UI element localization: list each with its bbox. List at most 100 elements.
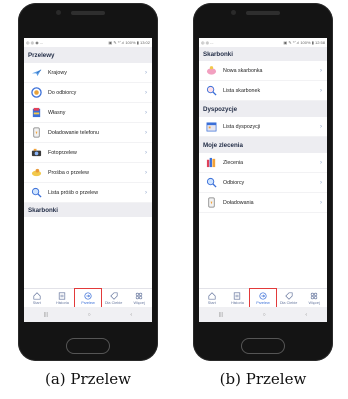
nav-dla-ciebie[interactable]: Dla Ciebie (276, 289, 302, 307)
coins-icon (30, 107, 42, 119)
section-skarbonki: Skarbonki (199, 47, 327, 61)
item-label: Prośba o przelew (48, 169, 89, 176)
chevron-right-icon: › (145, 169, 147, 176)
recent-apps-button[interactable]: ||| (44, 312, 48, 318)
speaker (71, 11, 105, 15)
piggy-icon (205, 65, 217, 77)
camera-icon (30, 147, 42, 159)
back-button[interactable]: ‹ (130, 312, 132, 318)
chevron-right-icon: › (320, 87, 322, 94)
bottom-nav: Start Historia Przelew Dla Ciebie Więcej (199, 288, 327, 308)
section-moje-zlecenia: Moje zlecenia (199, 137, 327, 153)
section-przelewy: Przelewy (24, 47, 152, 63)
back-button[interactable]: ‹ (305, 312, 307, 318)
home-icon (207, 292, 216, 301)
home-button[interactable]: ○ (263, 312, 266, 318)
list-item-odbiorcy[interactable]: Odbiorcy › (199, 173, 327, 193)
status-bar: ◎ ◎ ... ▣ ✎ ⁰ᐟ.ıl 100% ▮ 12:58 (199, 38, 327, 47)
list-item-doladowanie-telefonu[interactable]: Doładowanie telefonu › (24, 123, 152, 143)
list-item-doladowania[interactable]: Doładowania › (199, 193, 327, 213)
list-item-krajowy[interactable]: Krajowy › (24, 63, 152, 83)
item-label: Lista dyspozycji (223, 123, 261, 130)
nav-label: Przelew (81, 300, 95, 305)
hardware-home-button[interactable] (66, 338, 110, 354)
transfer-icon (258, 292, 267, 301)
nav-start[interactable]: Start (199, 289, 225, 307)
nav-przelew[interactable]: Przelew (249, 288, 277, 308)
phone-icon (30, 127, 42, 139)
caption-a: (a) Przelew (45, 370, 131, 388)
nav-historia[interactable]: Historia (225, 289, 251, 307)
recent-apps-button[interactable]: ||| (219, 312, 223, 318)
hardware-home-button[interactable] (241, 338, 285, 354)
search-icon (205, 85, 217, 97)
list-item-wlasny[interactable]: Własny › (24, 103, 152, 123)
nav-przelew[interactable]: Przelew (74, 288, 102, 308)
chevron-right-icon: › (145, 69, 147, 76)
section-skarbonki-partial: Skarbonki (24, 203, 152, 217)
list-item-nowa-skarbonka[interactable]: Nowa skarbonka › (199, 61, 327, 81)
chevron-right-icon: › (145, 149, 147, 156)
camera (231, 10, 236, 15)
status-right: ▣ ✎ ⁰ᐟ.ıl 100% ▮ 13:02 (108, 40, 150, 45)
nav-label: Start (32, 300, 41, 305)
nav-dla-ciebie[interactable]: Dla Ciebie (101, 289, 127, 307)
camera (56, 10, 61, 15)
list-item-fotoprzelew[interactable]: Fotoprzelew › (24, 143, 152, 163)
item-label: Lista skarbonek (223, 87, 261, 94)
status-left: ◎ ◎ ... (201, 40, 214, 45)
books-icon (205, 157, 217, 169)
nav-wiecej[interactable]: Więcej (126, 289, 152, 307)
home-icon (32, 292, 41, 301)
list-item-lista-prosb[interactable]: Lista próśb o przelew › (24, 183, 152, 203)
phone-icon (205, 197, 217, 209)
screen-left: ◎ ◎ ◉ ... ▣ ✎ ⁰ᐟ.ıl 100% ▮ 13:02 Przelew… (24, 38, 152, 322)
item-label: Zlecenia (223, 159, 244, 166)
nav-label: Przelew (256, 300, 270, 305)
transfer-icon (83, 292, 92, 301)
grid-icon (310, 292, 319, 301)
screen-right: ◎ ◎ ... ▣ ✎ ⁰ᐟ.ıl 100% ▮ 12:58 Skarbonki… (199, 38, 327, 322)
nav-label: Więcej (308, 300, 320, 305)
phone-left: ◎ ◎ ◉ ... ▣ ✎ ⁰ᐟ.ıl 100% ▮ 13:02 Przelew… (18, 3, 158, 361)
search-icon (205, 177, 217, 189)
list-item-lista-skarbonek[interactable]: Lista skarbonek › (199, 81, 327, 101)
nav-historia[interactable]: Historia (50, 289, 76, 307)
tag-icon (109, 292, 118, 301)
nav-label: Dla Ciebie (279, 300, 298, 305)
item-label: Doładowanie telefonu (48, 129, 99, 136)
list-item-zlecenia[interactable]: Zlecenia › (199, 153, 327, 173)
chevron-right-icon: › (320, 199, 322, 206)
item-label: Własny (48, 109, 66, 116)
status-bar: ◎ ◎ ◉ ... ▣ ✎ ⁰ᐟ.ıl 100% ▮ 13:02 (24, 38, 152, 47)
speaker (246, 11, 280, 15)
status-left: ◎ ◎ ◉ ... (26, 40, 44, 45)
list-item-prosba-o-przelew[interactable]: Prośba o przelew › (24, 163, 152, 183)
nav-label: Dla Ciebie (104, 300, 123, 305)
android-nav-bar: ||| ○ ‹ (199, 307, 327, 322)
chevron-right-icon: › (145, 89, 147, 96)
chevron-right-icon: › (145, 189, 147, 196)
item-label: Odbiorcy (223, 179, 245, 186)
grid-icon (135, 292, 144, 301)
list-item-do-odbiorcy[interactable]: Do odbiorcy › (24, 83, 152, 103)
section-dyspozycje: Dyspozycje (199, 101, 327, 117)
plane-icon (30, 67, 42, 79)
item-label: Krajowy (48, 69, 67, 76)
nav-label: Start (207, 300, 216, 305)
list-item-lista-dyspozycji[interactable]: Lista dyspozycji › (199, 117, 327, 137)
search-icon (30, 187, 42, 199)
caption-b: (b) Przelew (219, 370, 307, 388)
android-nav-bar: ||| ○ ‹ (24, 307, 152, 322)
status-right: ▣ ✎ ⁰ᐟ.ıl 100% ▮ 12:58 (283, 40, 325, 45)
phone-right: ◎ ◎ ... ▣ ✎ ⁰ᐟ.ıl 100% ▮ 12:58 Skarbonki… (193, 3, 333, 361)
nav-start[interactable]: Start (24, 289, 50, 307)
chevron-right-icon: › (320, 179, 322, 186)
history-icon (233, 292, 242, 301)
home-button[interactable]: ○ (88, 312, 91, 318)
nav-wiecej[interactable]: Więcej (301, 289, 327, 307)
chevron-right-icon: › (145, 129, 147, 136)
item-label: Doładowania (223, 199, 254, 206)
calendar-icon (205, 121, 217, 133)
item-label: Nowa skarbonka (223, 67, 263, 74)
